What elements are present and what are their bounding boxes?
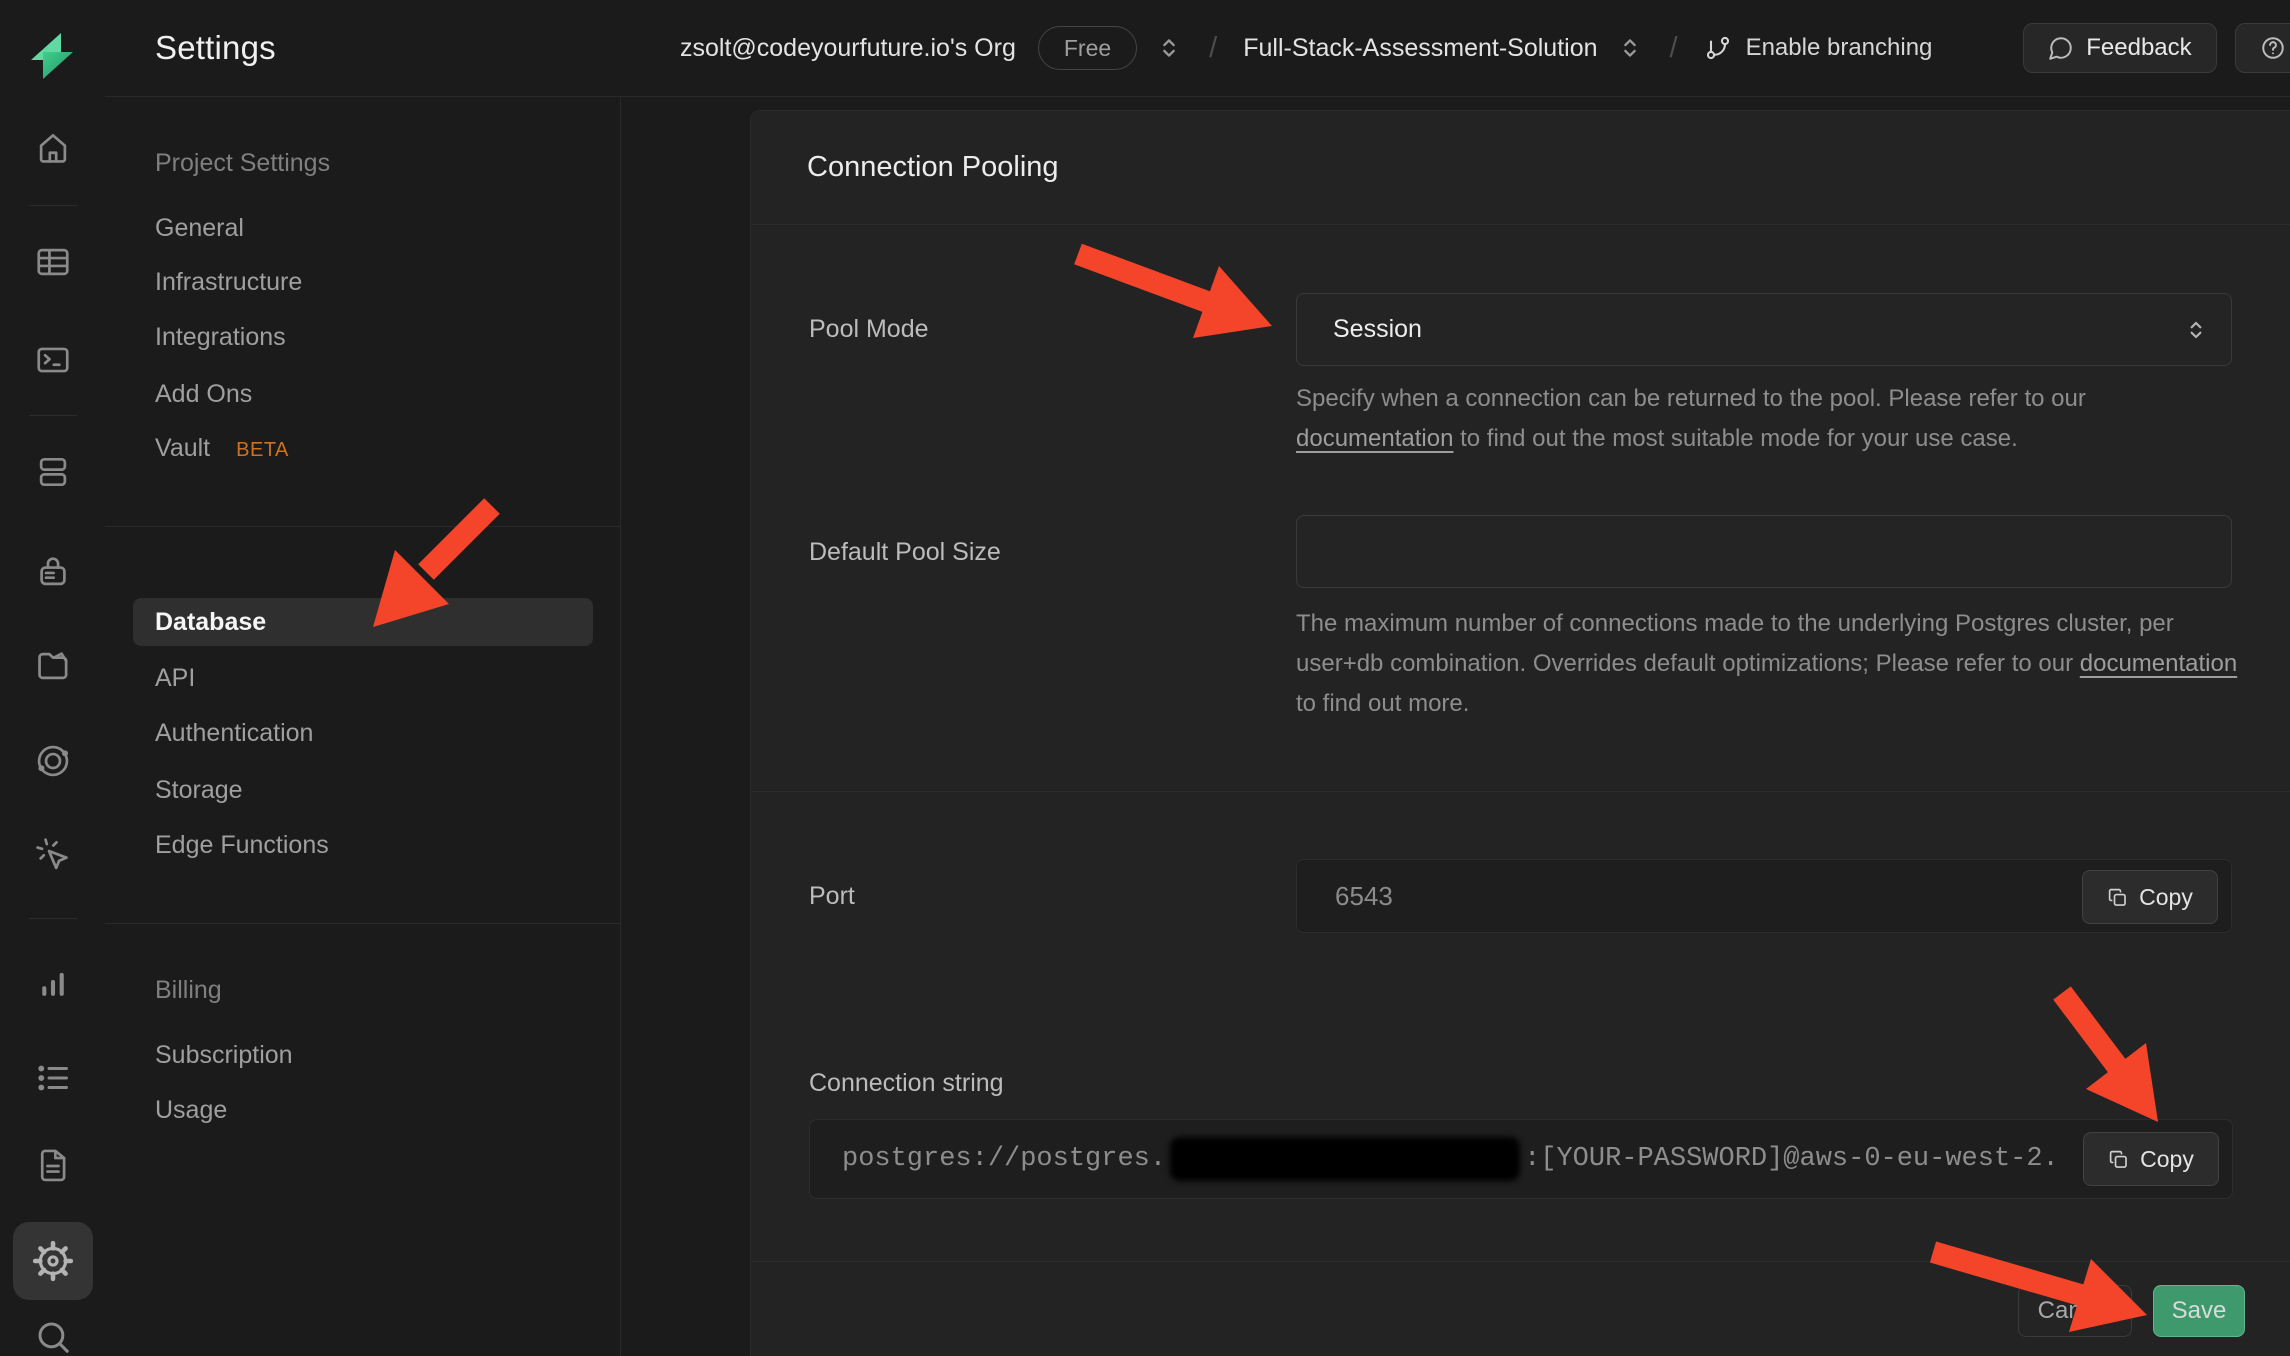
documentation-link[interactable]: documentation [2080, 650, 2237, 677]
nav-group-billing: Billing [155, 974, 222, 1006]
settings-nav-panel: Settings Project Settings General Infras… [105, 0, 621, 1356]
org-selector-chevrons-icon[interactable] [1155, 34, 1183, 62]
search-icon[interactable] [34, 1318, 72, 1356]
org-breadcrumb[interactable]: zsolt@codeyourfuture.io's Org [680, 34, 1016, 63]
enable-branching-button[interactable]: Enable branching [1704, 34, 1933, 62]
database-icon[interactable] [34, 453, 72, 491]
connection-string-box: postgres://postgres. :[YOUR-PASSWORD]@aw… [809, 1119, 2233, 1199]
nav-item-api[interactable]: API [155, 662, 195, 694]
documentation-link[interactable]: documentation [1296, 425, 1453, 452]
plan-badge[interactable]: Free [1038, 26, 1137, 70]
card-title: Connection Pooling [807, 151, 1059, 184]
nav-item-storage[interactable]: Storage [155, 774, 243, 806]
rail-divider [29, 415, 77, 416]
nav-divider [105, 923, 620, 924]
save-button[interactable]: Save [2153, 1285, 2245, 1337]
table-editor-icon[interactable] [34, 243, 72, 281]
nav-item-add-ons[interactable]: Add Ons [155, 378, 252, 410]
nav-item-authentication[interactable]: Authentication [155, 717, 313, 749]
connection-string-label: Connection string [809, 1069, 1004, 1098]
pool-mode-select[interactable]: Session [1296, 293, 2232, 366]
message-bubble-icon [2048, 35, 2074, 61]
top-bar: zsolt@codeyourfuture.io's Org Free / Ful… [620, 0, 2290, 97]
section-divider [751, 791, 2290, 792]
nav-divider [105, 526, 620, 527]
topbar-actions: Feedback Help [2023, 23, 2290, 73]
reports-chart-icon[interactable] [34, 963, 72, 1001]
nav-item-infrastructure[interactable]: Infrastructure [155, 266, 302, 298]
port-input: 6543 Copy [1296, 859, 2232, 933]
help-circle-icon [2260, 35, 2286, 61]
auth-lock-icon[interactable] [34, 553, 72, 591]
logs-list-icon[interactable] [34, 1059, 72, 1097]
project-breadcrumb[interactable]: Full-Stack-Assessment-Solution [1243, 34, 1597, 63]
connection-string-copy-button[interactable]: Copy [2083, 1132, 2219, 1186]
nav-item-edge-functions[interactable]: Edge Functions [155, 829, 329, 861]
advisors-cursor-icon[interactable] [34, 836, 72, 874]
icon-sidebar [0, 0, 106, 1356]
nav-item-general[interactable]: General [155, 212, 244, 244]
redacted-text [1170, 1137, 1520, 1181]
project-selector-chevrons-icon[interactable] [1616, 34, 1644, 62]
sql-editor-icon[interactable] [34, 341, 72, 379]
nav-item-usage[interactable]: Usage [155, 1094, 227, 1126]
copy-icon [2108, 1149, 2129, 1170]
help-button[interactable]: Help [2235, 23, 2290, 73]
home-icon[interactable] [34, 129, 72, 167]
nav-item-integrations[interactable]: Integrations [155, 321, 286, 353]
rail-divider [29, 918, 77, 919]
pool-mode-description: Specify when a connection can be returne… [1296, 379, 2244, 459]
beta-badge: BETA [236, 439, 289, 461]
settings-nav-header: Settings [105, 0, 620, 97]
default-pool-size-input[interactable] [1296, 515, 2232, 588]
default-pool-size-description: The maximum number of connections made t… [1296, 604, 2244, 724]
chevrons-up-down-icon [2183, 317, 2209, 343]
feedback-button[interactable]: Feedback [2023, 23, 2216, 73]
copy-icon [2107, 887, 2128, 908]
breadcrumb-separator: / [1209, 32, 1217, 65]
supabase-settings-page: Settings Project Settings General Infras… [0, 0, 2290, 1356]
port-label: Port [809, 882, 855, 911]
rail-divider [29, 205, 77, 206]
supabase-logo[interactable] [26, 30, 78, 82]
git-branch-icon [1704, 34, 1732, 62]
port-copy-button[interactable]: Copy [2082, 870, 2218, 924]
footer-divider [751, 1261, 2290, 1262]
nav-item-vault[interactable]: VaultBETA [155, 432, 289, 464]
connection-pooling-card: Connection Pooling Pool Mode Session Spe… [750, 110, 2290, 1356]
main-content: Connection Pooling Pool Mode Session Spe… [620, 97, 2290, 1356]
cancel-button[interactable]: Cancel [2018, 1285, 2132, 1337]
nav-item-subscription[interactable]: Subscription [155, 1039, 293, 1071]
breadcrumb-separator: / [1670, 32, 1678, 65]
realtime-orbit-icon[interactable] [34, 742, 72, 780]
settings-gear-icon[interactable] [13, 1222, 93, 1300]
docs-file-icon[interactable] [34, 1147, 72, 1185]
pool-mode-label: Pool Mode [809, 315, 929, 344]
nav-item-database[interactable]: Database [133, 598, 593, 646]
default-pool-size-label: Default Pool Size [809, 538, 1001, 567]
card-header: Connection Pooling [751, 111, 2290, 225]
storage-icon[interactable] [34, 647, 72, 685]
page-title: Settings [155, 29, 276, 67]
nav-group-project-settings: Project Settings [155, 147, 330, 179]
